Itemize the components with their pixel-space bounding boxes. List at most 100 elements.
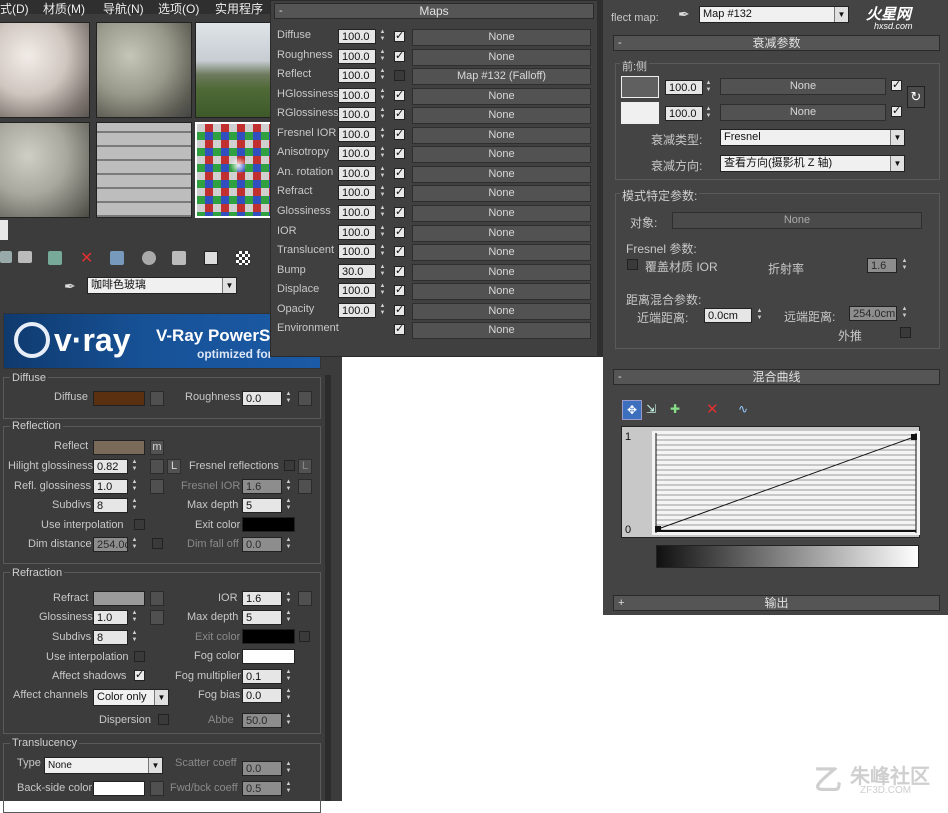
map-enable-checkbox[interactable] [394, 225, 405, 238]
affect-channels-dropdown[interactable]: Color only ▼ [93, 689, 169, 706]
side-value-spinner[interactable]: ▲ ▼ [704, 106, 713, 121]
map-amount-spinner[interactable]: ▲ ▼ [378, 146, 387, 161]
fwd-bck-coeff-input[interactable]: 0.5 [242, 781, 282, 796]
refr-glossiness-map-button[interactable] [150, 610, 164, 625]
map-amount-spinner[interactable]: ▲ ▼ [378, 225, 387, 240]
chevron-down-icon[interactable]: ▼ [890, 130, 904, 145]
chevron-down-icon[interactable]: ▼ [154, 690, 168, 705]
ior-spinner[interactable]: ▲ ▼ [284, 591, 293, 606]
menu-options[interactable]: 选项(O) [158, 0, 199, 17]
chevron-down-icon[interactable]: ▼ [148, 758, 162, 773]
dim-distance-input[interactable]: 254.0c [93, 537, 128, 552]
fog-multiplier-input[interactable]: 0.1 [242, 669, 282, 684]
refr-exit-color-checkbox[interactable] [299, 631, 310, 642]
dim-distance-checkbox[interactable] [152, 538, 163, 549]
front-value-spinner[interactable]: ▲ ▼ [704, 80, 713, 95]
side-color-swatch[interactable] [621, 102, 659, 124]
menu-mode[interactable]: 式(D) [0, 0, 29, 17]
map-amount-input[interactable]: 30.0 [338, 264, 376, 279]
fresnel-lock-button[interactable]: L [298, 459, 312, 474]
refl-use-interpolation-checkbox[interactable] [134, 519, 145, 530]
hilight-glossiness-map-button[interactable] [150, 459, 164, 474]
abbe-input[interactable]: 50.0 [242, 713, 282, 728]
chevron-down-icon[interactable]: ▼ [222, 278, 236, 293]
map-enable-checkbox[interactable] [394, 107, 405, 120]
refract-map-button[interactable] [150, 591, 164, 606]
map-enable-checkbox[interactable] [394, 264, 405, 277]
refl-glossiness-input[interactable]: 1.0 [93, 479, 128, 494]
map-slot-button[interactable]: None [412, 29, 591, 46]
map-slot-button[interactable]: None [412, 146, 591, 163]
dim-falloff-spinner[interactable]: ▲ ▼ [284, 537, 293, 552]
refl-glossiness-spinner[interactable]: ▲ ▼ [130, 479, 139, 494]
dim-falloff-input[interactable]: 0.0 [242, 537, 282, 552]
falloff-ior-input[interactable]: 1.6 [867, 258, 897, 273]
left-panel-scrollbar[interactable] [325, 375, 331, 801]
map-slot-button[interactable]: None [412, 107, 591, 124]
map-enable-checkbox[interactable] [394, 244, 405, 257]
eyedropper-icon[interactable]: ✒ [678, 6, 690, 23]
override-ior-checkbox[interactable] [627, 259, 638, 270]
map-amount-input[interactable]: 100.0 [338, 88, 376, 103]
roughness-map-button[interactable] [298, 391, 312, 406]
curve-plot[interactable] [652, 431, 920, 535]
refl-max-depth-input[interactable]: 5 [242, 498, 282, 513]
refr-max-depth-input[interactable]: 5 [242, 610, 282, 625]
slot-scrollbar[interactable] [0, 220, 8, 240]
refr-subdivs-input[interactable]: 8 [93, 630, 128, 645]
make-unique-icon[interactable] [110, 251, 124, 265]
get-material-icon[interactable] [0, 251, 12, 263]
front-color-swatch[interactable] [621, 76, 659, 98]
dim-distance-spinner[interactable]: ▲ ▼ [130, 537, 139, 552]
map-slot-button[interactable]: Map #132 (Falloff) [412, 68, 591, 85]
refr-max-depth-spinner[interactable]: ▲ ▼ [284, 610, 293, 625]
side-map-checkbox[interactable] [891, 104, 902, 117]
affect-shadows-checkbox[interactable] [134, 668, 145, 681]
map-amount-spinner[interactable]: ▲ ▼ [378, 127, 387, 142]
swap-colors-icon[interactable]: ↻ [907, 86, 925, 108]
map-slot-button[interactable]: None [412, 127, 591, 144]
map-amount-spinner[interactable]: ▲ ▼ [378, 205, 387, 220]
insert-point-icon[interactable]: ✚ [670, 402, 680, 416]
mix-curve-rollout[interactable]: - 混合曲线 [613, 369, 940, 385]
map-slot-button[interactable]: None [412, 303, 591, 320]
map-enable-checkbox[interactable] [394, 283, 405, 296]
map-amount-input[interactable]: 100.0 [338, 166, 376, 181]
far-distance-input[interactable]: 254.0cm [849, 306, 897, 321]
eyedropper-icon[interactable]: ✒ [64, 278, 76, 295]
hilight-lock-button[interactable]: L [167, 459, 181, 474]
near-distance-spinner[interactable]: ▲ ▼ [755, 308, 764, 323]
roughness-spinner[interactable]: ▲ ▼ [284, 391, 293, 406]
move-icon[interactable]: ✥ [622, 400, 642, 420]
map-name-field[interactable]: Map #132 ▼ [699, 6, 849, 23]
map-slot-button[interactable]: None [412, 322, 591, 339]
front-map-checkbox[interactable] [891, 78, 902, 91]
map-enable-checkbox[interactable] [394, 49, 405, 62]
map-enable-checkbox[interactable] [394, 70, 405, 81]
material-name-field[interactable]: 咖啡色玻璃 ▼ [87, 277, 237, 294]
hilight-glossiness-input[interactable]: 0.82 [93, 459, 128, 474]
map-amount-spinner[interactable]: ▲ ▼ [378, 283, 387, 298]
refr-subdivs-spinner[interactable]: ▲ ▼ [130, 630, 139, 645]
map-amount-input[interactable]: 100.0 [338, 283, 376, 298]
diffuse-color-swatch[interactable] [93, 391, 145, 406]
map-enable-checkbox[interactable] [394, 322, 405, 335]
map-slot-button[interactable]: None [412, 88, 591, 105]
chevron-down-icon[interactable]: ▼ [834, 7, 848, 22]
map-amount-spinner[interactable]: ▲ ▼ [378, 29, 387, 44]
map-amount-spinner[interactable]: ▲ ▼ [378, 244, 387, 259]
map-amount-input[interactable]: 100.0 [338, 146, 376, 161]
map-amount-spinner[interactable]: ▲ ▼ [378, 185, 387, 200]
refr-glossiness-input[interactable]: 1.0 [93, 610, 128, 625]
map-amount-input[interactable]: 100.0 [338, 68, 376, 83]
map-amount-input[interactable]: 100.0 [338, 244, 376, 259]
refr-use-interpolation-checkbox[interactable] [134, 651, 145, 662]
fog-multiplier-spinner[interactable]: ▲ ▼ [284, 669, 293, 684]
sample-slot-5[interactable] [96, 122, 192, 218]
map-slot-button[interactable]: None [412, 264, 591, 281]
side-map-button[interactable]: None [720, 104, 886, 121]
map-enable-checkbox[interactable] [394, 146, 405, 159]
map-amount-input[interactable]: 100.0 [338, 49, 376, 64]
extrapolate-checkbox[interactable] [900, 327, 911, 338]
translucency-type-dropdown[interactable]: None ▼ [44, 757, 163, 774]
